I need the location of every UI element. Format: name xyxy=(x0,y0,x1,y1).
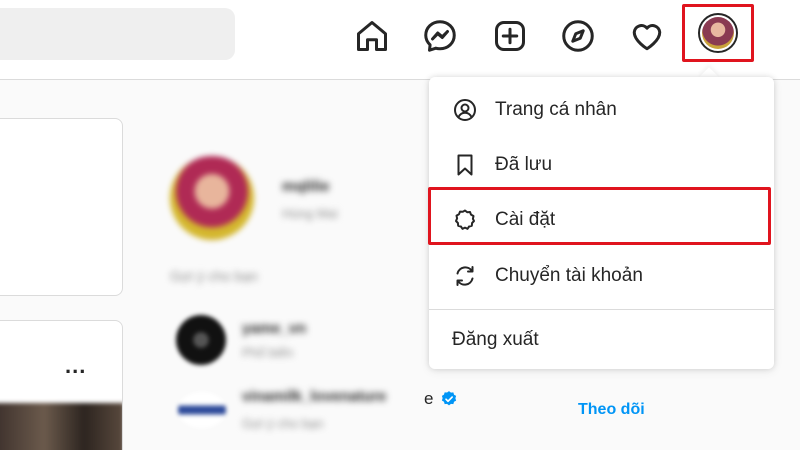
stories-card xyxy=(0,118,123,296)
suggestion-avatar[interactable] xyxy=(178,392,226,428)
bookmark-icon xyxy=(452,152,478,178)
post-card: ... xyxy=(0,320,123,450)
suggestions-title: Gợi ý cho bạn xyxy=(170,268,258,284)
menu-item-label: Chuyển tài khoản xyxy=(495,265,643,286)
home-icon[interactable] xyxy=(352,14,392,58)
more-options-icon[interactable]: ... xyxy=(65,353,86,379)
suggestion-username[interactable]: vinamilk_lovenature xyxy=(242,388,386,405)
profile-dropdown-menu: Trang cá nhân Đã lưu Cài đặt Chuyển tài … xyxy=(428,77,774,369)
menu-item-switch-account[interactable]: Chuyển tài khoản xyxy=(429,248,774,304)
menu-item-profile[interactable]: Trang cá nhân xyxy=(429,82,774,138)
settings-gear-icon xyxy=(452,207,478,233)
sidebar-fullname: Hùng Mai xyxy=(282,206,338,221)
search-input[interactable] xyxy=(0,8,235,60)
activity-heart-icon[interactable] xyxy=(627,14,667,58)
menu-item-label: Cài đặt xyxy=(495,209,556,230)
explore-icon[interactable] xyxy=(558,14,598,58)
menu-item-saved[interactable]: Đã lưu xyxy=(429,137,774,193)
follow-button[interactable]: Theo dõi xyxy=(578,401,645,419)
menu-item-settings[interactable]: Cài đặt xyxy=(429,192,774,248)
profile-icon xyxy=(452,97,478,123)
verified-badge-icon xyxy=(441,391,457,406)
top-navbar xyxy=(0,0,800,80)
suggestion-subtitle: Gợi ý cho bạn xyxy=(242,416,324,431)
sidebar-username[interactable]: mqlilie xyxy=(282,178,330,195)
post-image[interactable] xyxy=(0,403,122,450)
menu-item-label: Trang cá nhân xyxy=(495,99,617,120)
avatar xyxy=(698,13,738,53)
suggestion-username-tail: e xyxy=(424,389,434,408)
menu-divider xyxy=(429,309,774,310)
menu-item-label: Đã lưu xyxy=(495,154,553,175)
messenger-icon[interactable] xyxy=(420,14,460,58)
suggestion-subtitle: Phổ biến xyxy=(242,345,294,360)
switch-account-icon xyxy=(452,263,478,289)
profile-avatar-button[interactable] xyxy=(682,4,754,62)
suggestion-username[interactable]: yame_vn xyxy=(242,320,306,337)
new-post-icon[interactable] xyxy=(490,14,530,58)
sidebar-profile-avatar[interactable] xyxy=(170,156,254,240)
suggestion-avatar[interactable] xyxy=(176,315,226,365)
logout-button[interactable]: Đăng xuất xyxy=(452,314,539,366)
